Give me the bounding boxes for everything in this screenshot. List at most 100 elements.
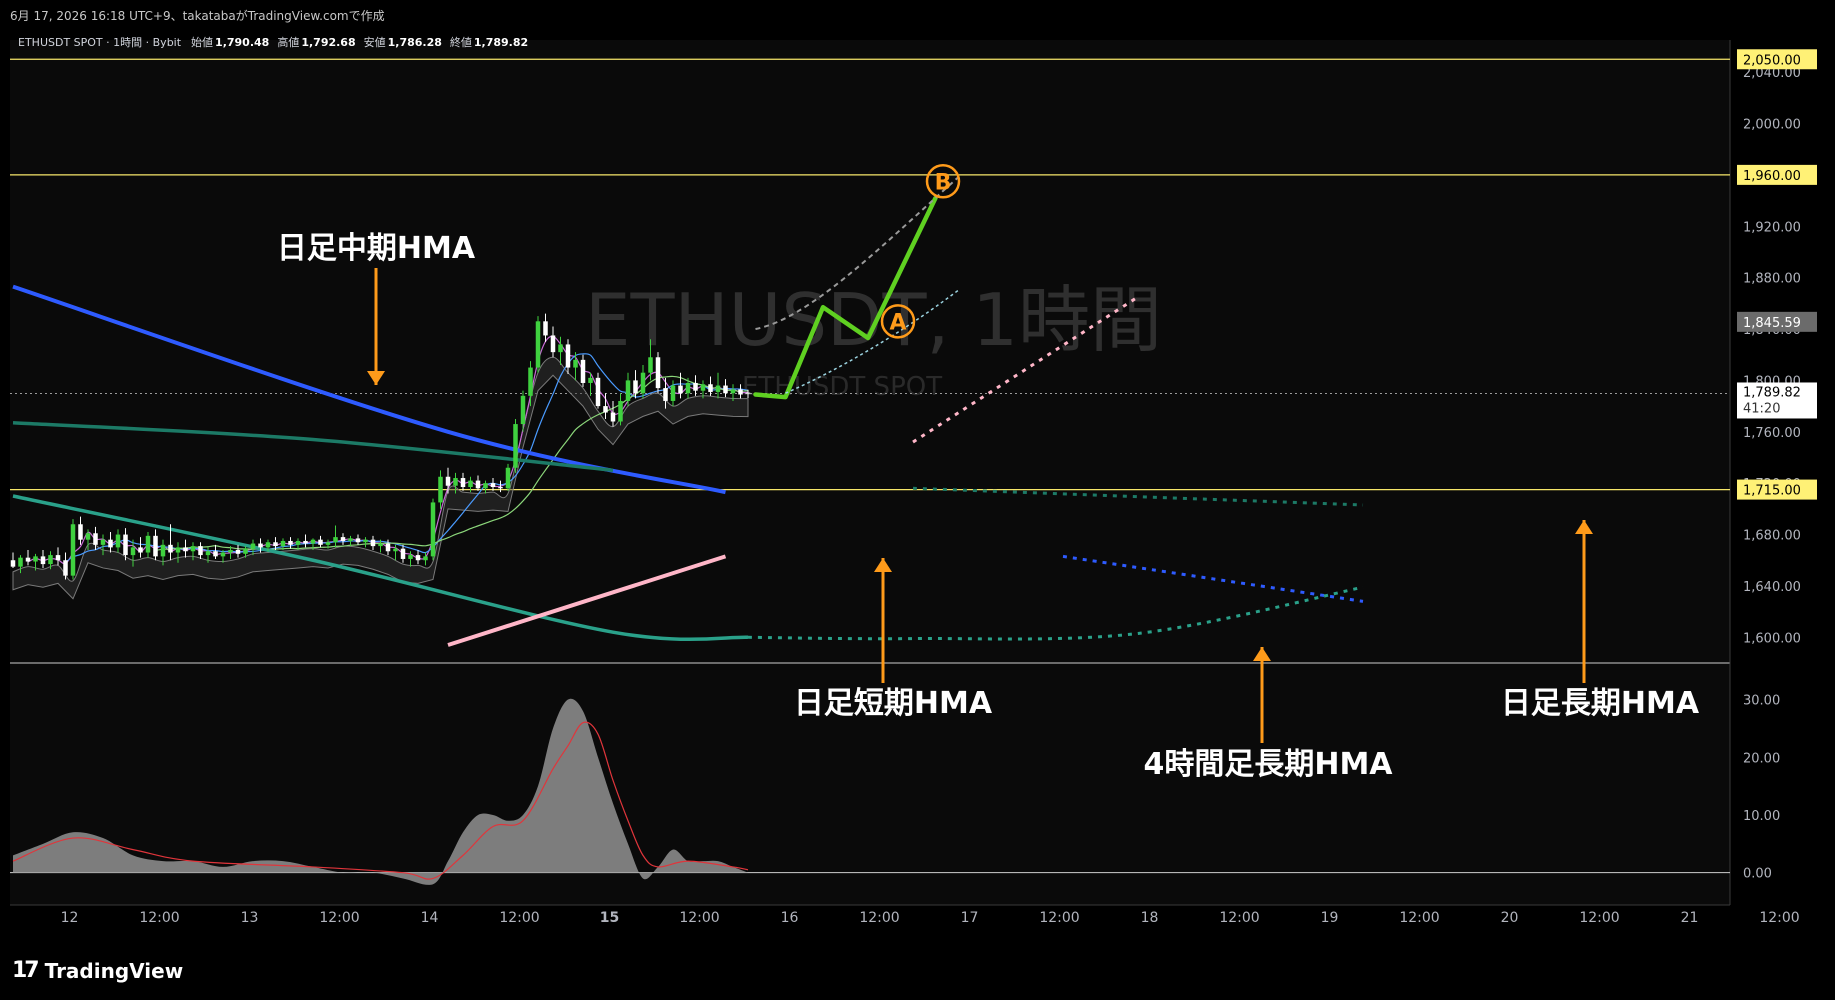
candle-body[interactable] — [33, 556, 38, 562]
candle-body[interactable] — [663, 388, 668, 401]
candle-body[interactable] — [363, 539, 368, 543]
candle-body[interactable] — [198, 546, 203, 556]
plot-area[interactable] — [10, 40, 1730, 905]
candle-body[interactable] — [445, 476, 451, 486]
candle-body[interactable] — [160, 544, 166, 557]
candle-body[interactable] — [153, 535, 158, 557]
candle-body[interactable] — [423, 556, 428, 561]
candle-body[interactable] — [633, 380, 638, 394]
price-chart[interactable]: ETHUSDT, 1時間ETHUSDT SPOT AB 2,040.002,00… — [0, 30, 1835, 940]
candle-body[interactable] — [580, 359, 586, 383]
candle-body[interactable] — [460, 478, 466, 488]
candle-body[interactable] — [738, 389, 743, 395]
candle-body[interactable] — [513, 424, 518, 468]
candle-body[interactable] — [550, 335, 556, 353]
candle-body[interactable] — [348, 538, 353, 541]
candle-body[interactable] — [288, 540, 293, 545]
candle-body[interactable] — [535, 321, 541, 368]
candle-body[interactable] — [273, 542, 278, 547]
candle-body[interactable] — [295, 540, 301, 545]
candle-body[interactable] — [340, 537, 346, 541]
candle-body[interactable] — [228, 549, 233, 553]
candle-body[interactable] — [565, 344, 571, 368]
candle-body[interactable] — [258, 543, 263, 548]
candle-body[interactable] — [25, 557, 31, 562]
candle-body[interactable] — [490, 483, 496, 488]
candle-body[interactable] — [588, 377, 593, 383]
candle-body[interactable] — [715, 385, 721, 392]
candle-body[interactable] — [78, 524, 83, 540]
candle-body[interactable] — [303, 540, 308, 544]
candle-body[interactable] — [70, 524, 76, 576]
candle-body[interactable] — [708, 384, 713, 392]
candle-body[interactable] — [558, 344, 563, 353]
candle-body[interactable] — [400, 548, 406, 559]
candle-body[interactable] — [175, 547, 181, 553]
candle-body[interactable] — [63, 560, 68, 576]
candle-body[interactable] — [168, 544, 173, 553]
candle-body[interactable] — [723, 385, 728, 394]
candle-body[interactable] — [430, 502, 436, 557]
candle-body[interactable] — [415, 555, 421, 561]
candle-body[interactable] — [595, 377, 601, 407]
candle-body[interactable] — [265, 542, 271, 548]
candle-body[interactable] — [220, 552, 226, 557]
candle-body[interactable] — [468, 480, 473, 488]
candle-body[interactable] — [378, 543, 383, 547]
candle-body[interactable] — [543, 321, 548, 336]
candle-body[interactable] — [85, 533, 91, 540]
candle-body[interactable] — [603, 406, 608, 413]
candle-body[interactable] — [475, 480, 481, 489]
candle-body[interactable] — [243, 548, 248, 554]
candle-body[interactable] — [370, 539, 376, 547]
candle-body[interactable] — [355, 538, 361, 543]
candle-body[interactable] — [205, 551, 211, 556]
candle-body[interactable] — [640, 372, 646, 394]
candle-body[interactable] — [183, 547, 188, 552]
candle-body[interactable] — [213, 551, 218, 557]
candle-body[interactable] — [528, 367, 533, 396]
candle-body[interactable] — [678, 385, 683, 394]
candle-body[interactable] — [408, 555, 413, 559]
candle-body[interactable] — [325, 542, 331, 545]
candle-body[interactable] — [610, 412, 616, 422]
candle-body[interactable] — [138, 547, 143, 553]
candle-body[interactable] — [655, 357, 661, 389]
candle-body[interactable] — [520, 395, 526, 425]
candle-body[interactable] — [385, 543, 391, 552]
candle-body[interactable] — [625, 380, 631, 401]
candle-body[interactable] — [670, 385, 676, 401]
candle-body[interactable] — [235, 549, 241, 554]
candle-body[interactable] — [745, 392, 751, 394]
candle-body[interactable] — [190, 546, 196, 552]
candle-body[interactable] — [250, 543, 256, 549]
candle-body[interactable] — [573, 359, 578, 368]
candle-body[interactable] — [100, 539, 106, 545]
candle-body[interactable] — [123, 534, 128, 556]
candle-body[interactable] — [498, 487, 503, 489]
candle-body[interactable] — [393, 548, 398, 552]
candle-body[interactable] — [618, 400, 623, 422]
candle-body[interactable] — [93, 533, 98, 545]
candle-body[interactable] — [55, 555, 61, 561]
candle-body[interactable] — [145, 535, 151, 553]
candle-body[interactable] — [318, 539, 323, 545]
candle-body[interactable] — [333, 537, 338, 543]
candle-body[interactable] — [505, 467, 511, 489]
candle-body[interactable] — [438, 476, 443, 503]
candle-body[interactable] — [40, 556, 46, 565]
candle-body[interactable] — [280, 540, 286, 547]
candle-body[interactable] — [453, 478, 458, 486]
candle-body[interactable] — [115, 534, 121, 548]
candle-body[interactable] — [310, 539, 316, 544]
candle-body[interactable] — [130, 547, 136, 556]
candle-body[interactable] — [693, 382, 698, 391]
candle-body[interactable] — [700, 384, 706, 391]
candle-body[interactable] — [10, 560, 16, 567]
candle-body[interactable] — [108, 539, 113, 548]
tradingview-logo[interactable]: 17 TradingView — [12, 958, 183, 983]
candle-body[interactable] — [48, 555, 53, 565]
candle-body[interactable] — [730, 389, 736, 394]
candle-body[interactable] — [685, 382, 691, 394]
candle-body[interactable] — [483, 483, 488, 489]
